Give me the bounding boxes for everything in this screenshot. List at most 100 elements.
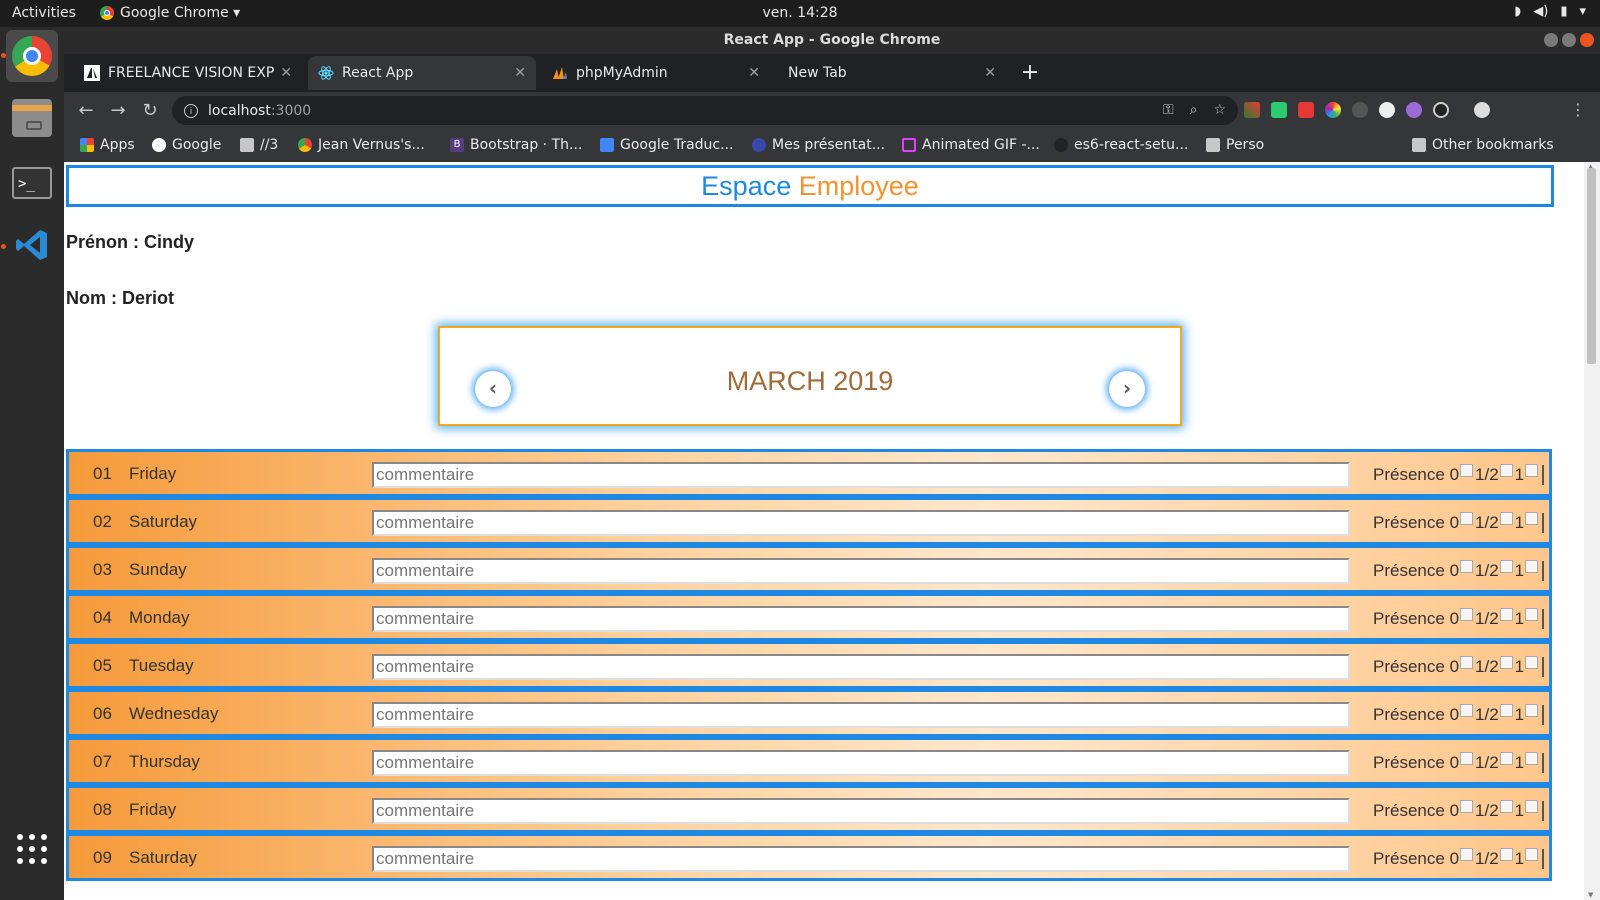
comment-input[interactable] bbox=[372, 798, 1350, 824]
scrollbar-thumb[interactable] bbox=[1587, 168, 1596, 364]
system-tray[interactable]: ◗ ◀) ▮ ▾ bbox=[1514, 4, 1586, 19]
comment-input[interactable] bbox=[372, 654, 1350, 680]
presence-group: Présence 0 1/2 1 bbox=[1373, 464, 1545, 485]
reload-button[interactable]: ↻ bbox=[134, 100, 166, 121]
presence-0-checkbox[interactable] bbox=[1460, 848, 1474, 861]
tab-new-tab[interactable]: New Tab ✕ bbox=[778, 56, 1006, 90]
presence-0-checkbox[interactable] bbox=[1460, 656, 1474, 669]
extension-icon[interactable] bbox=[1379, 102, 1395, 118]
address-bar[interactable]: i localhost:3000 ⚿ ⌕ ☆ bbox=[172, 96, 1238, 125]
extension-icon[interactable] bbox=[1298, 102, 1314, 118]
app-menu[interactable]: Google Chrome ▾ bbox=[100, 5, 240, 21]
extension-icon[interactable] bbox=[1433, 102, 1449, 118]
key-icon[interactable]: ⚿ bbox=[1163, 102, 1174, 118]
presence-label: Présence bbox=[1373, 608, 1445, 628]
close-tab-icon[interactable]: ✕ bbox=[514, 65, 526, 81]
tab-react-app[interactable]: React App ✕ bbox=[308, 56, 536, 90]
chrome-menu-icon[interactable]: ⋮ bbox=[1570, 100, 1586, 119]
forward-button[interactable]: → bbox=[102, 100, 134, 121]
presence-half-checkbox[interactable] bbox=[1499, 800, 1513, 813]
extension-icon[interactable] bbox=[1406, 102, 1422, 118]
presence-1-checkbox[interactable] bbox=[1525, 848, 1539, 861]
show-applications-button[interactable] bbox=[6, 823, 58, 875]
dock-chrome[interactable] bbox=[6, 30, 58, 82]
presence-group: Présence 0 1/2 1 bbox=[1373, 656, 1545, 677]
comment-input[interactable] bbox=[372, 558, 1350, 584]
presence-0-checkbox[interactable] bbox=[1460, 560, 1474, 573]
comment-input[interactable] bbox=[372, 702, 1350, 728]
minimize-button[interactable] bbox=[1544, 33, 1558, 47]
presence-0-checkbox[interactable] bbox=[1460, 704, 1474, 717]
comment-input[interactable] bbox=[372, 846, 1350, 872]
chrome-icon bbox=[12, 36, 52, 76]
tab-phpmyadmin[interactable]: phpMyAdmin ✕ bbox=[542, 56, 770, 90]
day-name: Thursday bbox=[129, 752, 200, 771]
row-divider bbox=[1542, 608, 1545, 629]
presence-half-checkbox[interactable] bbox=[1499, 704, 1513, 717]
zoom-icon[interactable]: ⌕ bbox=[1190, 102, 1198, 118]
bookmark-es6-react-setup[interactable]: es6-react-setu... bbox=[1054, 137, 1188, 153]
presence-0-checkbox[interactable] bbox=[1460, 800, 1474, 813]
presence-1-checkbox[interactable] bbox=[1525, 560, 1539, 573]
presence-half-checkbox[interactable] bbox=[1499, 752, 1513, 765]
bookmark-folder-3[interactable]: //3 bbox=[240, 137, 278, 153]
bookmark-apps[interactable]: Apps bbox=[80, 137, 135, 153]
bookmark-google[interactable]: Google bbox=[152, 137, 221, 153]
new-tab-button[interactable]: + bbox=[1016, 60, 1044, 88]
close-tab-icon[interactable]: ✕ bbox=[748, 65, 760, 81]
color-picker-icon[interactable] bbox=[1325, 102, 1341, 118]
comment-input[interactable] bbox=[372, 750, 1350, 776]
extension-icon[interactable] bbox=[1271, 102, 1287, 118]
back-button[interactable]: ← bbox=[70, 100, 102, 121]
dock-terminal[interactable]: >_ bbox=[6, 157, 58, 209]
bookmark-google-traduction[interactable]: Google Traduc... bbox=[600, 137, 733, 153]
url-host: localhost bbox=[208, 102, 271, 119]
presence-opt-0-label: 0 bbox=[1449, 608, 1460, 628]
presence-half-checkbox[interactable] bbox=[1499, 656, 1513, 669]
presence-0-checkbox[interactable] bbox=[1460, 464, 1474, 477]
close-tab-icon[interactable]: ✕ bbox=[280, 65, 292, 81]
comment-input[interactable] bbox=[372, 606, 1350, 632]
scroll-down-icon[interactable]: ▼ bbox=[1588, 891, 1593, 899]
row-divider bbox=[1542, 464, 1545, 485]
maximize-button[interactable] bbox=[1562, 33, 1576, 47]
day-number: 05 bbox=[93, 656, 112, 675]
presence-half-checkbox[interactable] bbox=[1499, 608, 1513, 621]
presence-half-checkbox[interactable] bbox=[1499, 512, 1513, 525]
presence-1-checkbox[interactable] bbox=[1525, 704, 1539, 717]
close-tab-icon[interactable]: ✕ bbox=[984, 65, 996, 81]
extension-icon[interactable] bbox=[1244, 102, 1260, 118]
profile-avatar[interactable] bbox=[1474, 102, 1490, 118]
bookmark-mes-presentations[interactable]: Mes présentat... bbox=[752, 137, 885, 153]
presence-0-checkbox[interactable] bbox=[1460, 752, 1474, 765]
presence-half-checkbox[interactable] bbox=[1499, 560, 1513, 573]
close-window-button[interactable] bbox=[1580, 33, 1594, 47]
extension-icon[interactable] bbox=[1352, 102, 1368, 118]
tab-freelance[interactable]: FREELANCE VISION EXPE ✕ bbox=[74, 56, 302, 90]
presence-1-checkbox[interactable] bbox=[1525, 752, 1539, 765]
bookmark-animated-gif[interactable]: Animated GIF -... bbox=[902, 137, 1040, 153]
presence-1-checkbox[interactable] bbox=[1525, 464, 1539, 477]
presence-0-checkbox[interactable] bbox=[1460, 512, 1474, 525]
presence-half-checkbox[interactable] bbox=[1499, 848, 1513, 861]
presence-0-checkbox[interactable] bbox=[1460, 608, 1474, 621]
next-month-button[interactable]: › bbox=[1109, 371, 1145, 407]
other-bookmarks[interactable]: Other bookmarks bbox=[1412, 137, 1554, 153]
bookmark-star-icon[interactable]: ☆ bbox=[1213, 102, 1226, 118]
presence-half-checkbox[interactable] bbox=[1499, 464, 1513, 477]
presence-1-checkbox[interactable] bbox=[1525, 656, 1539, 669]
bookmark-jean-vernus[interactable]: Jean Vernus's... bbox=[298, 137, 425, 153]
comment-input[interactable] bbox=[372, 462, 1350, 488]
presence-1-checkbox[interactable] bbox=[1525, 512, 1539, 525]
presence-1-checkbox[interactable] bbox=[1525, 608, 1539, 621]
presence-1-checkbox[interactable] bbox=[1525, 800, 1539, 813]
comment-input[interactable] bbox=[372, 510, 1350, 536]
row-divider bbox=[1542, 848, 1545, 869]
dock-files[interactable] bbox=[6, 92, 58, 144]
info-icon[interactable]: i bbox=[184, 103, 198, 118]
bookmark-perso[interactable]: Perso bbox=[1206, 137, 1264, 153]
bookmark-bootstrap[interactable]: B Bootstrap · Th... bbox=[450, 137, 582, 153]
activities-button[interactable]: Activities bbox=[12, 5, 76, 21]
dock-vscode[interactable] bbox=[6, 219, 58, 271]
page-scrollbar[interactable]: ▲ ▼ bbox=[1584, 162, 1600, 900]
